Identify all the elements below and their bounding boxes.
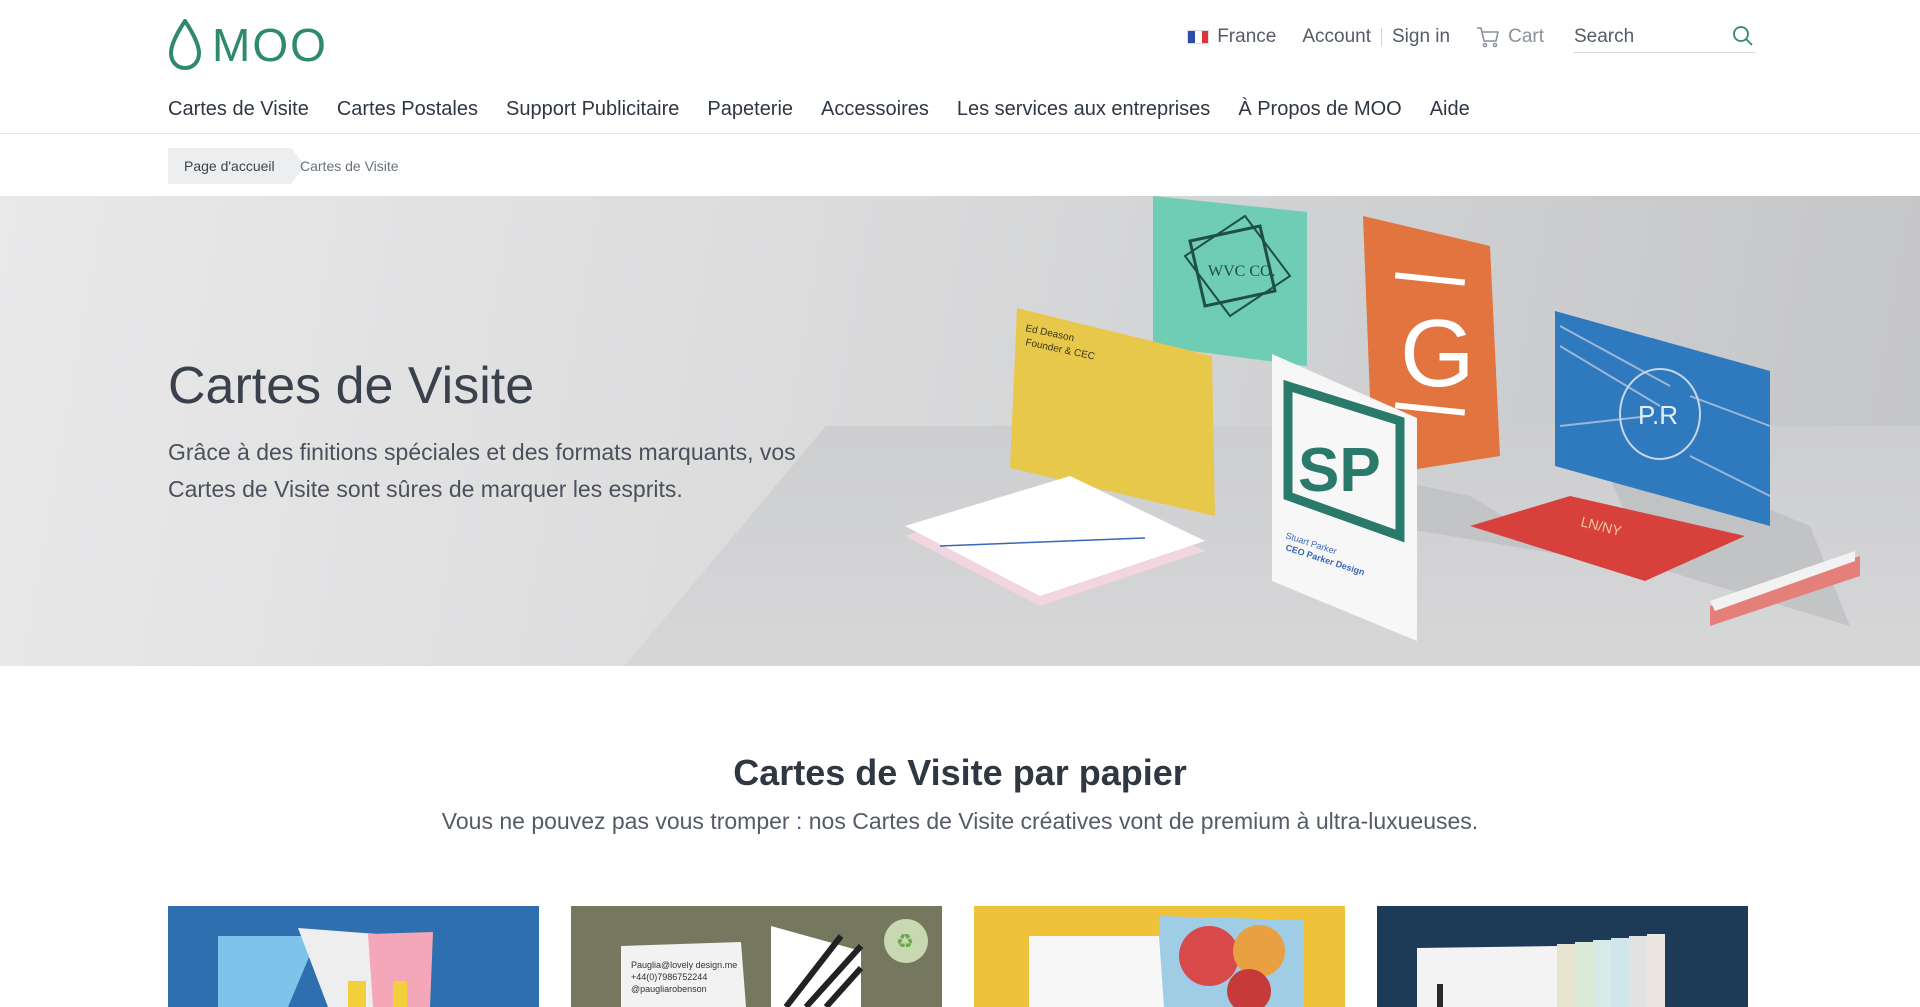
orange-card-text: G [1400, 300, 1475, 407]
divider [1380, 28, 1382, 46]
tile2-phone: +44(0)7986752244 [631, 972, 707, 982]
recycle-icon: ♻ [896, 929, 914, 953]
tile2-handle: @paugliarobenson [631, 984, 707, 994]
breadcrumb: Page d'accueil Cartes de Visite [0, 134, 1920, 196]
main-nav: Cartes de Visite Cartes Postales Support… [168, 98, 1470, 121]
section-title: Cartes de Visite par papier [733, 752, 1187, 793]
nav-item-papeterie[interactable]: Papeterie [707, 98, 793, 121]
nav-item-support-publicitaire[interactable]: Support Publicitaire [506, 98, 679, 121]
page: MOO France Account Sign in Cart Search C… [0, 0, 1920, 1007]
search-box [1574, 21, 1756, 53]
cart-link[interactable]: Cart [1476, 26, 1544, 48]
drop-logo-icon [168, 19, 202, 71]
account-link[interactable]: Account [1302, 26, 1371, 48]
paper-tile-1[interactable] [168, 906, 539, 1007]
breadcrumb-home[interactable]: Page d'accueil [168, 148, 305, 184]
paper-tile-4[interactable] [1377, 906, 1748, 1007]
hero-banner: Cartes de Visite Grâce à des finitions s… [0, 196, 1920, 666]
paper-tile-3[interactable] [974, 906, 1345, 1007]
blue-card-text: P.R [1638, 400, 1678, 430]
paper-tile-2[interactable]: ♻ Pauglia@lovely design.me +44(0)7986752… [571, 906, 942, 1007]
nav-item-cartes-de-visite[interactable]: Cartes de Visite [168, 98, 309, 121]
tile2-email: Pauglia@lovely design.me [631, 960, 737, 970]
cart-label: Cart [1508, 26, 1544, 47]
nav-item-services-entreprises[interactable]: Les services aux entreprises [957, 98, 1210, 121]
cart-icon [1477, 27, 1499, 48]
hero-title: Cartes de Visite [168, 357, 535, 415]
search-input[interactable] [1574, 21, 1756, 52]
sp-card-monogram: SP [1298, 436, 1381, 505]
site-header: MOO France Account Sign in Cart Search C… [0, 0, 1920, 134]
brand-name: MOO [212, 19, 328, 71]
french-flag-icon [1187, 30, 1210, 44]
blue-card: P.R [1555, 311, 1771, 526]
nav-item-accessoires[interactable]: Accessoires [821, 98, 929, 121]
business-cards-image: WVC CO. G P.R Ed Deason Founder & CEC SP… [905, 196, 1860, 641]
search-icon[interactable] [1732, 25, 1754, 47]
utility-bar: France Account Sign in Cart [1161, 20, 1756, 54]
section-subtitle: Vous ne pouvez pas vous tromper : nos Ca… [441, 808, 1479, 834]
teal-card: WVC CO. [1153, 196, 1307, 366]
teal-card-text: WVC CO. [1208, 263, 1276, 280]
breadcrumb-current: Cartes de Visite [300, 158, 399, 174]
sign-in-link[interactable]: Sign in [1392, 26, 1450, 48]
nav-item-cartes-postales[interactable]: Cartes Postales [337, 98, 478, 121]
country-label: France [1217, 26, 1277, 47]
nav-item-a-propos[interactable]: À Propos de MOO [1238, 98, 1401, 121]
country-selector[interactable]: France [1187, 26, 1276, 48]
moo-logo[interactable]: MOO [168, 18, 328, 72]
paper-tiles: ♻ Pauglia@lovely design.me +44(0)7986752… [168, 906, 1748, 1007]
hero-subtitle: Grâce à des finitions spéciales et des f… [168, 439, 796, 502]
nav-item-aide[interactable]: Aide [1430, 98, 1470, 121]
